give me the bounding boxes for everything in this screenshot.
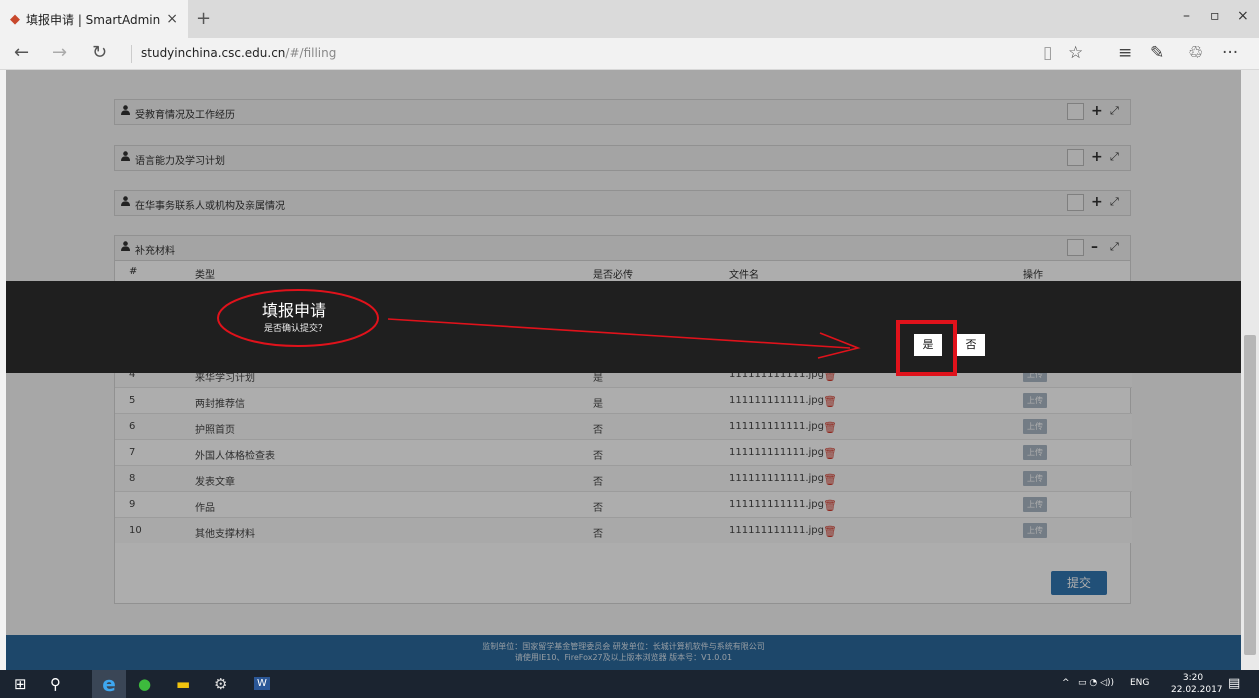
browser-titlebar: ◆ 填报申请 | SmartAdmin × + – ▫ × [0, 0, 1259, 38]
file-explorer-icon[interactable]: ▬ [176, 675, 190, 693]
hub-icon[interactable]: ≡ [1118, 43, 1132, 63]
url-path: /#/filling [285, 46, 337, 60]
edge-icon[interactable]: e [92, 670, 126, 698]
confirm-yes-button[interactable]: 是 [914, 334, 942, 356]
word-icon[interactable]: W [254, 677, 270, 690]
tab-close-icon[interactable]: × [166, 11, 178, 27]
confirm-dialog: 填报申请 是否确认提交？ 是 否 [6, 281, 1241, 373]
start-icon[interactable]: ⊞ [14, 675, 27, 693]
taskbar: ⊞ ⚲ e ● ▬ ⚙ W ^ ▭ ◔ ◁)) ENG 3:20 22.02.2… [0, 670, 1259, 698]
favorite-icon[interactable]: ☆ [1068, 43, 1083, 63]
more-icon[interactable]: ··· [1222, 43, 1238, 63]
clock-date: 22.02.2017 [1171, 685, 1223, 695]
confirm-no-button[interactable]: 否 [957, 334, 985, 356]
reading-view-icon[interactable]: ▯ [1043, 43, 1052, 63]
wechat-icon[interactable]: ● [138, 675, 151, 693]
search-icon[interactable]: ⚲ [50, 675, 61, 693]
new-tab-icon[interactable]: + [196, 8, 211, 29]
address-separator [131, 45, 132, 63]
close-window-icon[interactable]: × [1237, 8, 1249, 24]
web-note-icon[interactable]: ✎ [1150, 43, 1164, 63]
minimize-icon[interactable]: – [1183, 8, 1190, 24]
clock-time: 3:20 [1182, 673, 1204, 683]
restore-icon[interactable]: ▫ [1210, 8, 1220, 24]
tray-status-icons[interactable]: ▭ ◔ ◁)) [1078, 678, 1114, 688]
dialog-title: 填报申请 [262, 301, 327, 320]
tab-title: 填报申请 | SmartAdmin [26, 12, 161, 27]
share-icon[interactable]: ♲ [1188, 43, 1203, 63]
forward-icon[interactable]: → [52, 42, 67, 63]
back-icon[interactable]: ← [14, 42, 29, 63]
language-indicator[interactable]: ENG [1130, 678, 1149, 688]
tool-icon[interactable]: ⚙ [214, 675, 227, 693]
browser-tab[interactable]: ◆ 填报申请 | SmartAdmin × [0, 0, 188, 38]
url-host: studyinchina.csc.edu.cn [141, 46, 286, 60]
clock[interactable]: 3:20 22.02.2017 [1171, 672, 1223, 696]
scrollbar-thumb[interactable] [1244, 335, 1256, 655]
favicon-icon: ◆ [10, 11, 20, 27]
tray-chevron-icon[interactable]: ^ [1062, 678, 1070, 688]
refresh-icon[interactable]: ↻ [92, 42, 107, 63]
address-bar[interactable]: studyinchina.csc.edu.cn/#/filling [141, 46, 336, 60]
dialog-message: 是否确认提交？ [264, 324, 328, 334]
browser-navbar: ← → ↻ studyinchina.csc.edu.cn/#/filling … [0, 38, 1259, 70]
notification-icon[interactable]: ▤ [1228, 676, 1240, 691]
